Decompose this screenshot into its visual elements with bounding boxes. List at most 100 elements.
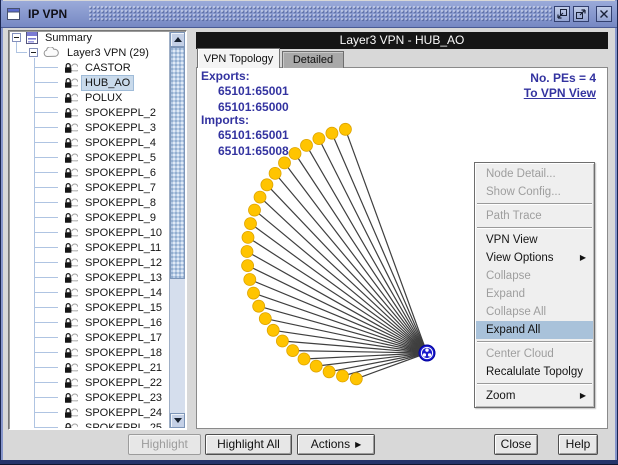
tree-item-label[interactable]: SPOKEPPL_25 <box>82 421 165 429</box>
spoke-node[interactable] <box>267 324 279 336</box>
tab-detailed[interactable]: Detailed <box>282 51 344 68</box>
tree-item-label[interactable]: Summary <box>42 32 95 45</box>
tree-item-layer3-vpn[interactable]: Layer3 VPN (29) <box>10 45 152 60</box>
close-icon[interactable] <box>596 6 612 22</box>
tree-item-spokeppl_24[interactable]: SPOKEPPL_24 <box>10 405 165 420</box>
tree-item-spokeppl_25[interactable]: SPOKEPPL_25 <box>10 420 165 428</box>
tree-item-summary[interactable]: Summary <box>10 32 95 45</box>
tree-item-label[interactable]: SPOKEPPL_12 <box>82 256 165 270</box>
tree-item-label[interactable]: SPOKEPPL_3 <box>82 121 159 135</box>
menu-item-view-options[interactable]: View Options▶ <box>476 249 593 267</box>
spoke-node[interactable] <box>337 370 349 382</box>
help-button[interactable]: Help <box>558 434 598 455</box>
spoke-node[interactable] <box>254 191 266 203</box>
spoke-node[interactable] <box>301 139 313 151</box>
spoke-node[interactable] <box>242 260 254 272</box>
spoke-node[interactable] <box>339 123 351 135</box>
spoke-node[interactable] <box>241 246 253 258</box>
maximize-icon[interactable] <box>573 6 589 22</box>
tree-item-label[interactable]: SPOKEPPL_2 <box>82 106 159 120</box>
tree-item-label[interactable]: SPOKEPPL_24 <box>82 406 165 420</box>
tree-item-spokeppl_6[interactable]: SPOKEPPL_6 <box>10 165 159 180</box>
tree-item-polux[interactable]: POLUX <box>10 90 125 105</box>
tree-item-spokeppl_8[interactable]: SPOKEPPL_8 <box>10 195 159 210</box>
spoke-node[interactable] <box>259 313 271 325</box>
menu-item-zoom[interactable]: Zoom▶ <box>476 387 593 405</box>
tree-item-label[interactable]: SPOKEPPL_16 <box>82 316 165 330</box>
tree-item-label[interactable]: SPOKEPPL_23 <box>82 391 165 405</box>
to-vpn-view-link[interactable]: To VPN View <box>524 86 596 100</box>
tab-vpn-topology[interactable]: VPN Topology <box>197 48 280 68</box>
spoke-node[interactable] <box>323 366 335 378</box>
tree-item-spokeppl_13[interactable]: SPOKEPPL_13 <box>10 270 165 285</box>
tree-item-label[interactable]: SPOKEPPL_9 <box>82 211 159 225</box>
tree-item-label[interactable]: SPOKEPPL_7 <box>82 181 159 195</box>
tree-item-label[interactable]: SPOKEPPL_21 <box>82 361 165 375</box>
tree-item-label[interactable]: HUB_AO <box>82 76 133 90</box>
spoke-node[interactable] <box>276 335 288 347</box>
spoke-node[interactable] <box>248 287 260 299</box>
spoke-node[interactable] <box>350 373 362 385</box>
menu-item-vpn-view[interactable]: VPN View <box>476 231 593 249</box>
tree-item-spokeppl_14[interactable]: SPOKEPPL_14 <box>10 285 165 300</box>
spoke-node[interactable] <box>310 360 322 372</box>
tree-item-spokeppl_9[interactable]: SPOKEPPL_9 <box>10 210 159 225</box>
tree-item-label[interactable]: SPOKEPPL_4 <box>82 136 159 150</box>
tree-item-spokeppl_10[interactable]: SPOKEPPL_10 <box>10 225 165 240</box>
tree-item-label[interactable]: SPOKEPPL_15 <box>82 301 165 315</box>
tree-item-label[interactable]: SPOKEPPL_10 <box>82 226 165 240</box>
spoke-node[interactable] <box>326 127 338 139</box>
scrollbar-down-icon[interactable] <box>170 413 185 428</box>
scrollbar-up-icon[interactable] <box>170 32 185 47</box>
spoke-node[interactable] <box>261 179 273 191</box>
tree-item-spokeppl_5[interactable]: SPOKEPPL_5 <box>10 150 159 165</box>
spoke-node[interactable] <box>253 300 265 312</box>
tree-item-spokeppl_16[interactable]: SPOKEPPL_16 <box>10 315 165 330</box>
tree-item-label[interactable]: SPOKEPPL_17 <box>82 331 165 345</box>
tree-item-label[interactable]: SPOKEPPL_8 <box>82 196 159 210</box>
tree-item-label[interactable]: Layer3 VPN (29) <box>64 46 152 60</box>
tree-item-spokeppl_2[interactable]: SPOKEPPL_2 <box>10 105 159 120</box>
tree-item-spokeppl_11[interactable]: SPOKEPPL_11 <box>10 240 164 255</box>
spoke-node[interactable] <box>298 353 310 365</box>
tree-item-spokeppl_7[interactable]: SPOKEPPL_7 <box>10 180 159 195</box>
tree-item-spokeppl_23[interactable]: SPOKEPPL_23 <box>10 390 165 405</box>
tree-expander-icon[interactable] <box>12 33 21 42</box>
tree-item-label[interactable]: SPOKEPPL_18 <box>82 346 165 360</box>
close-button[interactable]: Close <box>494 434 538 455</box>
tree-item-spokeppl_12[interactable]: SPOKEPPL_12 <box>10 255 165 270</box>
tree-item-label[interactable]: SPOKEPPL_6 <box>82 166 159 180</box>
tree-item-label[interactable]: CASTOR <box>82 61 134 75</box>
tree-item-label[interactable]: SPOKEPPL_11 <box>82 241 164 255</box>
tree-item-spokeppl_18[interactable]: SPOKEPPL_18 <box>10 345 165 360</box>
hub-node[interactable] <box>419 345 435 361</box>
minimize-icon[interactable] <box>554 6 570 22</box>
actions-button[interactable]: Actions▶ <box>297 434 375 455</box>
spoke-node[interactable] <box>269 167 281 179</box>
spoke-node[interactable] <box>245 218 257 230</box>
tree-item-label[interactable]: SPOKEPPL_5 <box>82 151 159 165</box>
tree-item-hub_ao[interactable]: HUB_AO <box>10 75 133 90</box>
spoke-node[interactable] <box>287 345 299 357</box>
tree-item-spokeppl_4[interactable]: SPOKEPPL_4 <box>10 135 159 150</box>
spoke-node[interactable] <box>313 133 325 145</box>
spoke-node[interactable] <box>249 204 261 216</box>
tree-item-spokeppl_3[interactable]: SPOKEPPL_3 <box>10 120 159 135</box>
tree-item-castor[interactable]: CASTOR <box>10 60 134 75</box>
spoke-node[interactable] <box>244 274 256 286</box>
scrollbar-thumb[interactable] <box>170 47 185 279</box>
menu-item-expand-all[interactable]: Expand All <box>476 321 593 339</box>
tree-item-spokeppl_22[interactable]: SPOKEPPL_22 <box>10 375 165 390</box>
tree-item-label[interactable]: SPOKEPPL_14 <box>82 286 165 300</box>
tree-scrollbar[interactable] <box>169 32 185 428</box>
tree-expander-icon[interactable] <box>29 48 38 57</box>
highlight-all-button[interactable]: Highlight All <box>205 434 292 455</box>
spoke-node[interactable] <box>242 231 254 243</box>
tree-item-label[interactable]: SPOKEPPL_13 <box>82 271 165 285</box>
tree-item-spokeppl_17[interactable]: SPOKEPPL_17 <box>10 330 165 345</box>
tree-item-spokeppl_15[interactable]: SPOKEPPL_15 <box>10 300 165 315</box>
spoke-node[interactable] <box>289 148 301 160</box>
tree-item-label[interactable]: POLUX <box>82 91 125 105</box>
tree-item-label[interactable]: SPOKEPPL_22 <box>82 376 165 390</box>
tree-item-spokeppl_21[interactable]: SPOKEPPL_21 <box>10 360 165 375</box>
